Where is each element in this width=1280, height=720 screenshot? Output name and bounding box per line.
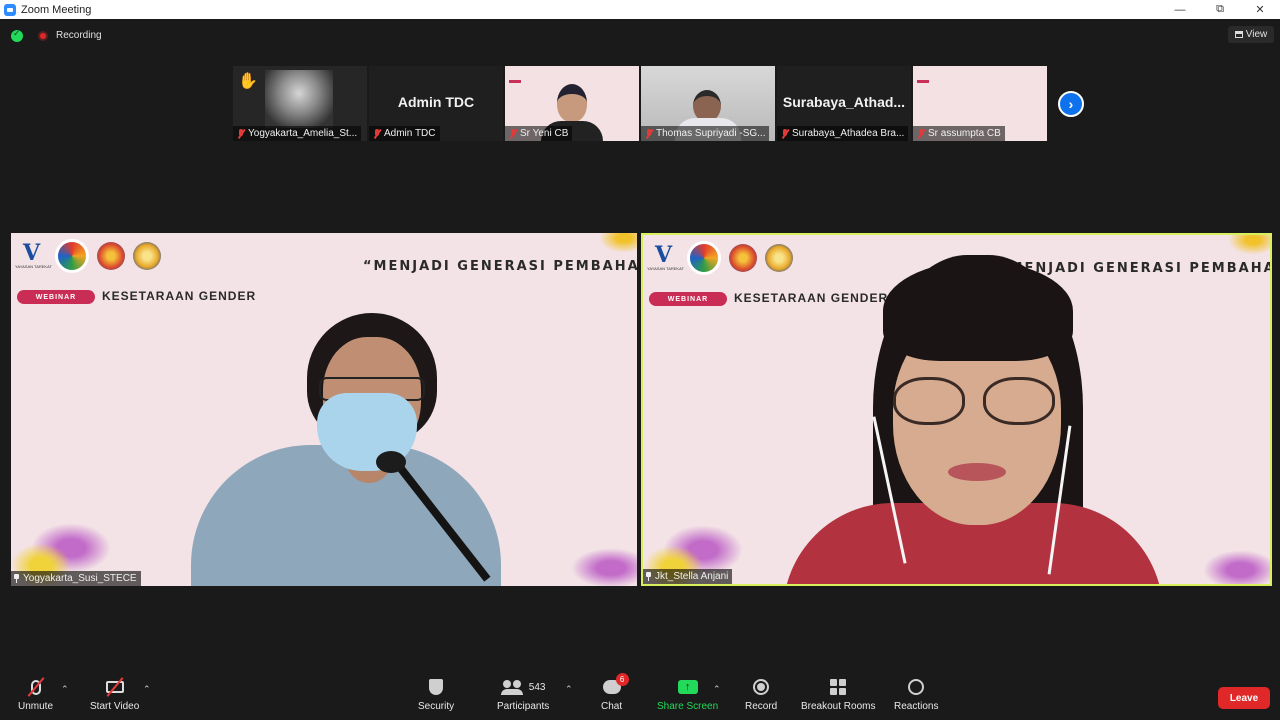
flower-decoration xyxy=(571,548,637,586)
view-label: View xyxy=(1245,29,1268,40)
breakout-rooms-icon xyxy=(830,676,847,698)
meeting-toolbar xyxy=(0,672,1280,720)
chat-button[interactable]: 6 Chat xyxy=(601,673,629,712)
camera-off-icon xyxy=(105,676,124,698)
participant-thumbnail-strip: ✋ Yogyakarta_Amelia_St... Admin TDC Admi… xyxy=(233,66,1048,141)
video-options-caret-icon[interactable]: ⌃ xyxy=(143,684,151,695)
participant-thumbnail[interactable]: ✋ Yogyakarta_Amelia_St... xyxy=(233,66,367,141)
foundation-logo: YAYASAN TAREKAT xyxy=(15,240,52,272)
school-logo-2 xyxy=(765,244,793,272)
share-options-caret-icon[interactable]: ⌃ xyxy=(713,684,721,695)
recording-dot-icon xyxy=(38,31,48,41)
share-screen-icon: ↑ xyxy=(677,676,698,698)
participant-name-tag: Admin TDC xyxy=(369,126,440,141)
participant-thumbnail[interactable]: Surabaya_Athad... Surabaya_Athadea Bra..… xyxy=(777,66,911,141)
mini-webinar-tag xyxy=(917,80,929,83)
participants-button[interactable]: 543 Participants xyxy=(497,676,549,712)
school-logo xyxy=(729,244,757,272)
unmute-button[interactable]: Unmute xyxy=(18,676,53,712)
mini-webinar-tag xyxy=(509,80,521,83)
participant-thumbnail[interactable]: Sr assumpta CB xyxy=(913,66,1047,141)
view-button[interactable]: View xyxy=(1228,26,1274,43)
slide-topic: KESETARAAN GENDER xyxy=(734,291,889,305)
flower-decoration xyxy=(1203,550,1270,584)
record-icon xyxy=(753,676,770,698)
participants-icon: 543 xyxy=(500,676,546,698)
slide-logos: YAYASAN TAREKAT xyxy=(647,241,793,275)
colorful-ring-logo xyxy=(687,241,721,275)
participant-name-tag: Yogyakarta_Susi_STECE xyxy=(11,571,141,586)
security-button[interactable]: Security xyxy=(418,676,454,712)
mic-muted-icon xyxy=(27,676,44,698)
participant-name-tag: Sr Yeni CB xyxy=(505,126,573,141)
participant-name-tag: Jkt_Stella Anjani xyxy=(643,569,733,584)
microphone-icon xyxy=(376,451,406,473)
video-tile[interactable]: YAYASAN TAREKAT “MENJADI GENERASI PEMBAH… xyxy=(11,233,637,586)
raised-hand-icon: ✋ xyxy=(238,73,258,90)
restore-icon[interactable]: ⧉ xyxy=(1200,0,1240,19)
slide-slogan: “MENJADI GENERASI PEMBAHARU MASA KINI” xyxy=(363,259,637,274)
participant-thumbnail[interactable]: Admin TDC Admin TDC xyxy=(369,66,503,141)
mic-muted-icon xyxy=(645,128,653,139)
pin-icon xyxy=(645,572,652,581)
foundation-logo: YAYASAN TAREKAT xyxy=(647,242,684,274)
chat-icon: 6 xyxy=(602,673,629,698)
share-screen-button[interactable]: ↑ Share Screen xyxy=(657,676,718,712)
grid-view-icon xyxy=(1234,31,1243,38)
mic-muted-icon xyxy=(373,128,381,139)
leave-button[interactable]: Leave xyxy=(1218,687,1270,709)
security-shield-icon xyxy=(429,676,444,698)
speaker-lips xyxy=(948,463,1006,481)
start-video-button[interactable]: Start Video xyxy=(90,676,139,712)
mic-muted-icon xyxy=(237,128,245,139)
window-title: Zoom Meeting xyxy=(21,3,92,16)
breakout-rooms-button[interactable]: Breakout Rooms xyxy=(801,676,875,712)
participant-display-name: Surabaya_Athad... xyxy=(782,94,906,110)
video-tile-active-speaker[interactable]: YAYASAN TAREKAT “MENJADI GENERASI PEMBAH… xyxy=(641,233,1272,586)
school-logo-2 xyxy=(133,242,161,270)
reactions-button[interactable]: Reactions xyxy=(894,676,938,712)
zoom-app-icon xyxy=(4,3,16,16)
title-bar: Zoom Meeting — ⧉ ✕ xyxy=(0,0,1280,19)
window-controls: — ⧉ ✕ xyxy=(1160,0,1280,19)
close-icon[interactable]: ✕ xyxy=(1240,0,1280,19)
speaker-glasses-left xyxy=(893,377,965,425)
flower-decoration xyxy=(1228,235,1270,255)
record-button[interactable]: Record xyxy=(745,676,777,712)
participants-caret-icon[interactable]: ⌃ xyxy=(565,684,573,695)
slide-topic: KESETARAAN GENDER xyxy=(102,289,257,303)
participant-name-tag: Thomas Supriyadi -SG... xyxy=(641,126,770,141)
participant-thumbnail[interactable]: Thomas Supriyadi -SG... xyxy=(641,66,775,141)
reactions-smiley-icon xyxy=(908,676,925,698)
mic-muted-icon xyxy=(509,128,517,139)
participant-name-tag: Surabaya_Athadea Bra... xyxy=(777,126,909,141)
participant-name-tag: Yogyakarta_Amelia_St... xyxy=(233,126,362,141)
mic-muted-icon xyxy=(917,128,925,139)
minimize-icon[interactable]: — xyxy=(1160,0,1200,19)
participant-display-name: Admin TDC xyxy=(397,94,475,110)
meeting-status-bar xyxy=(0,19,1280,53)
chat-unread-badge: 6 xyxy=(615,673,629,686)
participant-name-tag: Sr assumpta CB xyxy=(913,126,1005,141)
flower-decoration xyxy=(599,233,637,253)
participants-count: 543 xyxy=(528,681,546,693)
participant-video xyxy=(557,84,587,122)
webinar-tag: WEBINAR xyxy=(649,292,727,306)
speaker-glasses-right xyxy=(983,377,1055,425)
speaker-bangs xyxy=(883,261,1073,361)
pin-icon xyxy=(13,574,20,583)
profile-photo xyxy=(265,70,333,128)
webinar-tag: WEBINAR xyxy=(17,290,95,304)
school-logo xyxy=(97,242,125,270)
slide-logos: YAYASAN TAREKAT xyxy=(15,239,161,273)
audio-options-caret-icon[interactable]: ⌃ xyxy=(61,684,69,695)
recording-label[interactable]: Recording xyxy=(56,30,102,41)
mic-muted-icon xyxy=(781,128,789,139)
next-page-arrow-icon[interactable]: › xyxy=(1058,91,1084,117)
participant-thumbnail[interactable]: Sr Yeni CB xyxy=(505,66,639,141)
colorful-ring-logo xyxy=(55,239,89,273)
encryption-shield-icon[interactable] xyxy=(11,28,23,42)
